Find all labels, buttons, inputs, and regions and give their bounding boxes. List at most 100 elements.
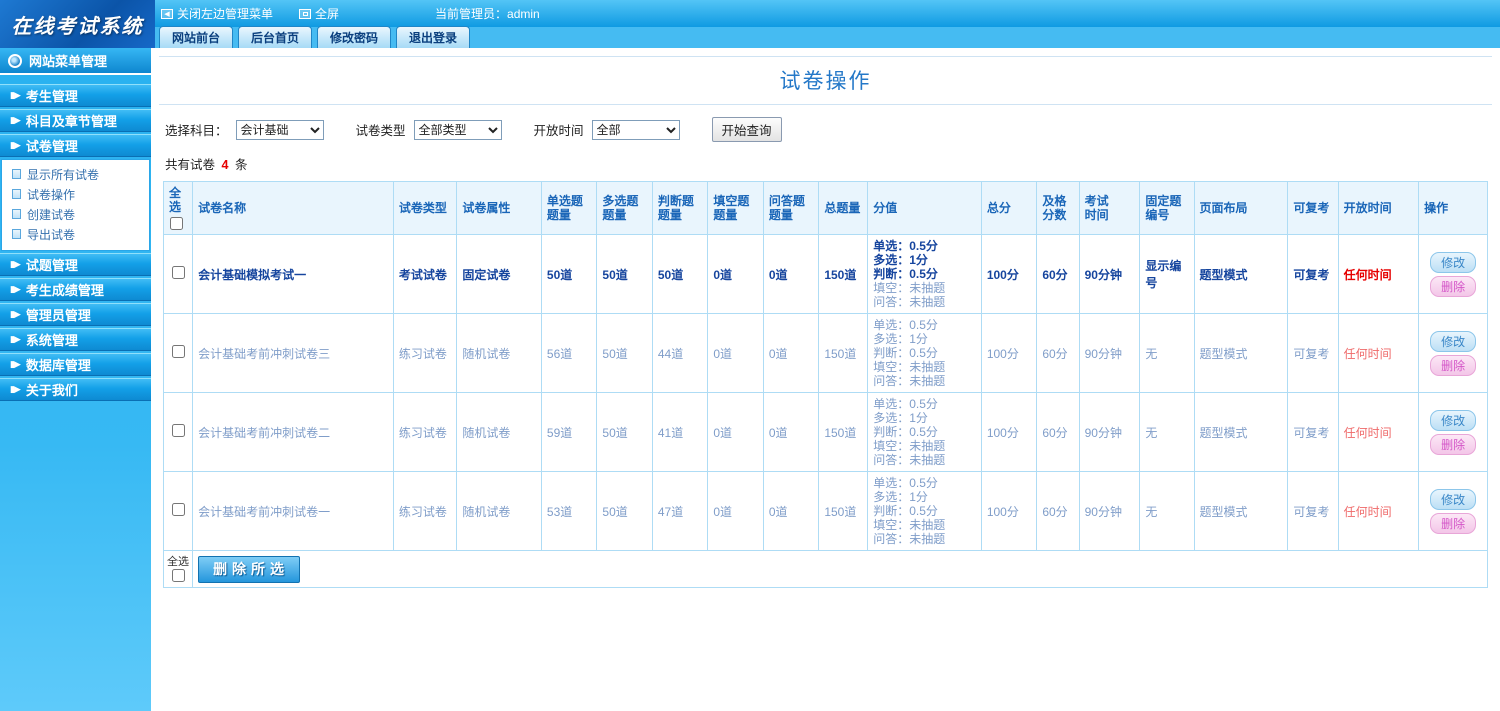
edit-button[interactable]: 修改 <box>1430 251 1477 273</box>
cell-duration: 90分钟 <box>1078 234 1141 314</box>
sidebar-item-system[interactable]: 系统管理 <box>0 328 151 351</box>
cell-ops: 修改 删除 <box>1418 471 1488 551</box>
column-header: 判断题 题量 <box>651 181 709 235</box>
fullscreen-label: 全屏 <box>315 7 340 21</box>
sidebar-item-about[interactable]: 关于我们 <box>0 378 151 401</box>
edit-button[interactable]: 修改 <box>1430 488 1477 510</box>
sidebar: 网站菜单管理 考生管理 科目及章节管理 试卷管理 显示所有试卷 试卷操作 创建试… <box>0 48 155 711</box>
cell-ops: 修改 删除 <box>1418 234 1488 314</box>
submenu-item-create-paper[interactable]: 创建试卷 <box>2 204 149 224</box>
doc-icon <box>12 209 21 219</box>
sidebar-item-label: 考生管理 <box>25 89 78 104</box>
query-button[interactable]: 开始查询 <box>711 117 782 142</box>
tab-site-front[interactable]: 网站前台 <box>159 26 234 48</box>
row-checkbox[interactable] <box>171 424 185 437</box>
column-header-label: 及格 分数 <box>1042 194 1067 222</box>
cell-fill: 0道 <box>707 471 764 551</box>
cell-recheck: 可复考 <box>1287 471 1339 551</box>
score-line: 多选：1分 <box>873 253 928 267</box>
subject-select[interactable]: 会计基础 <box>235 119 324 140</box>
submenu-item-export-paper[interactable]: 导出试卷 <box>2 224 149 244</box>
submenu-item-label: 显示所有试卷 <box>27 167 100 182</box>
column-header: 开放时间 <box>1337 181 1420 235</box>
cell-score: 单选：0.5分 多选：1分 判断：0.5分 填空：未抽题 问答：未抽题 <box>867 392 982 472</box>
cell-judge: 50道 <box>651 234 709 314</box>
column-header-label: 判断题 题量 <box>657 194 694 222</box>
tab-admin-home[interactable]: 后台首页 <box>238 26 313 48</box>
fullscreen-button[interactable]: 全屏 <box>299 5 339 22</box>
sidebar-item-subjects[interactable]: 科目及章节管理 <box>0 109 151 132</box>
cell-pass_score: 60分 <box>1036 471 1080 551</box>
sidebar-item-scores[interactable]: 考生成绩管理 <box>0 278 151 301</box>
sidebar-item-admins[interactable]: 管理员管理 <box>0 303 151 326</box>
cell-layout: 题型模式 <box>1193 471 1289 551</box>
sidebar-item-database[interactable]: 数据库管理 <box>0 353 151 376</box>
cell-total_q: 150道 <box>818 471 869 551</box>
cell-open_time: 任何时间 <box>1337 234 1420 314</box>
table-row: 会计基础考前冲刺试卷三 练习试卷 随机试卷 56道 50道 44道 0道 0道 150道 单选：0… <box>162 313 1488 393</box>
filter-bar: 选择科目： 会计基础 试卷类型 全部类型 开放时间 全部 开始查询 <box>159 105 1492 148</box>
row-checkbox[interactable] <box>171 345 185 358</box>
cell-score: 单选：0.5分 多选：1分 判断：0.5分 填空：未抽题 问答：未抽题 <box>867 471 982 551</box>
cell-judge: 47道 <box>651 471 709 551</box>
table-footer: 全选 删除所选 <box>162 550 1488 588</box>
fullscreen-icon <box>299 8 312 19</box>
column-header-label: 试卷名称 <box>198 201 247 215</box>
collapse-menu-label: 关闭左边管理菜单 <box>177 7 274 21</box>
row-checkbox[interactable] <box>171 503 185 516</box>
open-time-filter-label: 开放时间 <box>533 124 584 138</box>
cell-open_time: 任何时间 <box>1337 471 1420 551</box>
table-row: 会计基础考前冲刺试卷二 练习试卷 随机试卷 59道 50道 41道 0道 0道 150道 单选：0… <box>162 392 1488 472</box>
collapse-left-menu-button[interactable]: ◀ 关闭左边管理菜单 <box>161 5 273 22</box>
submenu-item-paper-operations[interactable]: 试卷操作 <box>2 184 149 204</box>
sidebar-item-examinees[interactable]: 考生管理 <box>0 84 151 107</box>
column-header: 单选题 题量 <box>540 181 598 235</box>
cell-ops: 修改 删除 <box>1418 392 1488 472</box>
submenu-item-show-all-papers[interactable]: 显示所有试卷 <box>2 164 149 184</box>
row-checkbox[interactable] <box>171 266 185 279</box>
column-header-label: 页面布局 <box>1199 201 1248 215</box>
cell-check <box>162 392 194 472</box>
footer-select-cell: 全选 <box>162 550 194 588</box>
cell-total_q: 150道 <box>818 234 869 314</box>
column-header: 总题量 <box>818 181 869 235</box>
delete-button[interactable]: 删除 <box>1430 433 1477 455</box>
tab-change-password[interactable]: 修改密码 <box>317 26 392 48</box>
delete-selected-button[interactable]: 删除所选 <box>198 555 301 583</box>
paper-type-select[interactable]: 全部类型 <box>413 119 502 140</box>
select-all-checkbox[interactable] <box>170 217 183 230</box>
footer-actions-cell: 删除所选 <box>192 550 1488 588</box>
column-header: 分值 <box>867 181 982 235</box>
footer-select-all-checkbox[interactable] <box>171 569 185 582</box>
sidebar-item-papers[interactable]: 试卷管理 <box>0 134 151 157</box>
edit-button[interactable]: 修改 <box>1430 409 1477 431</box>
doc-icon <box>12 189 21 199</box>
tab-logout[interactable]: 退出登录 <box>396 26 471 48</box>
delete-button[interactable]: 删除 <box>1430 275 1477 297</box>
score-line: 判断：0.5分 <box>873 425 938 439</box>
current-admin-label: 当前管理员：admin <box>435 7 540 21</box>
menu-arrow-icon <box>10 115 20 126</box>
score-line: 问答：未抽题 <box>873 453 946 467</box>
edit-button[interactable]: 修改 <box>1430 330 1477 352</box>
sidebar-item-label: 试卷管理 <box>25 139 78 154</box>
cell-single: 50道 <box>540 234 598 314</box>
menu-arrow-icon <box>10 259 20 270</box>
papers-table: 全选 试卷名称 试卷类型 试卷属性 单选题 题量 多选题 题量 判断题 题量 填空题 题量 问答… <box>162 181 1488 588</box>
sidebar-item-questions[interactable]: 试题管理 <box>0 253 151 276</box>
column-header: 试卷名称 <box>192 181 394 235</box>
delete-button[interactable]: 删除 <box>1430 512 1477 534</box>
sidebar-item-label: 科目及章节管理 <box>25 114 117 129</box>
sidebar-title: 网站菜单管理 <box>0 48 151 75</box>
delete-button[interactable]: 删除 <box>1430 354 1477 376</box>
cell-ops: 修改 删除 <box>1418 313 1488 393</box>
open-time-select[interactable]: 全部 <box>591 119 680 140</box>
sidebar-item-label: 试题管理 <box>25 258 78 273</box>
column-header: 固定题 编号 <box>1139 181 1195 235</box>
score-line: 单选：0.5分 <box>873 239 938 253</box>
column-header: 页面布局 <box>1193 181 1289 235</box>
menu-arrow-icon <box>10 359 20 370</box>
column-header-label: 分值 <box>873 201 898 215</box>
summary-suffix: 条 <box>234 158 248 172</box>
cell-type: 考试试卷 <box>392 234 458 314</box>
